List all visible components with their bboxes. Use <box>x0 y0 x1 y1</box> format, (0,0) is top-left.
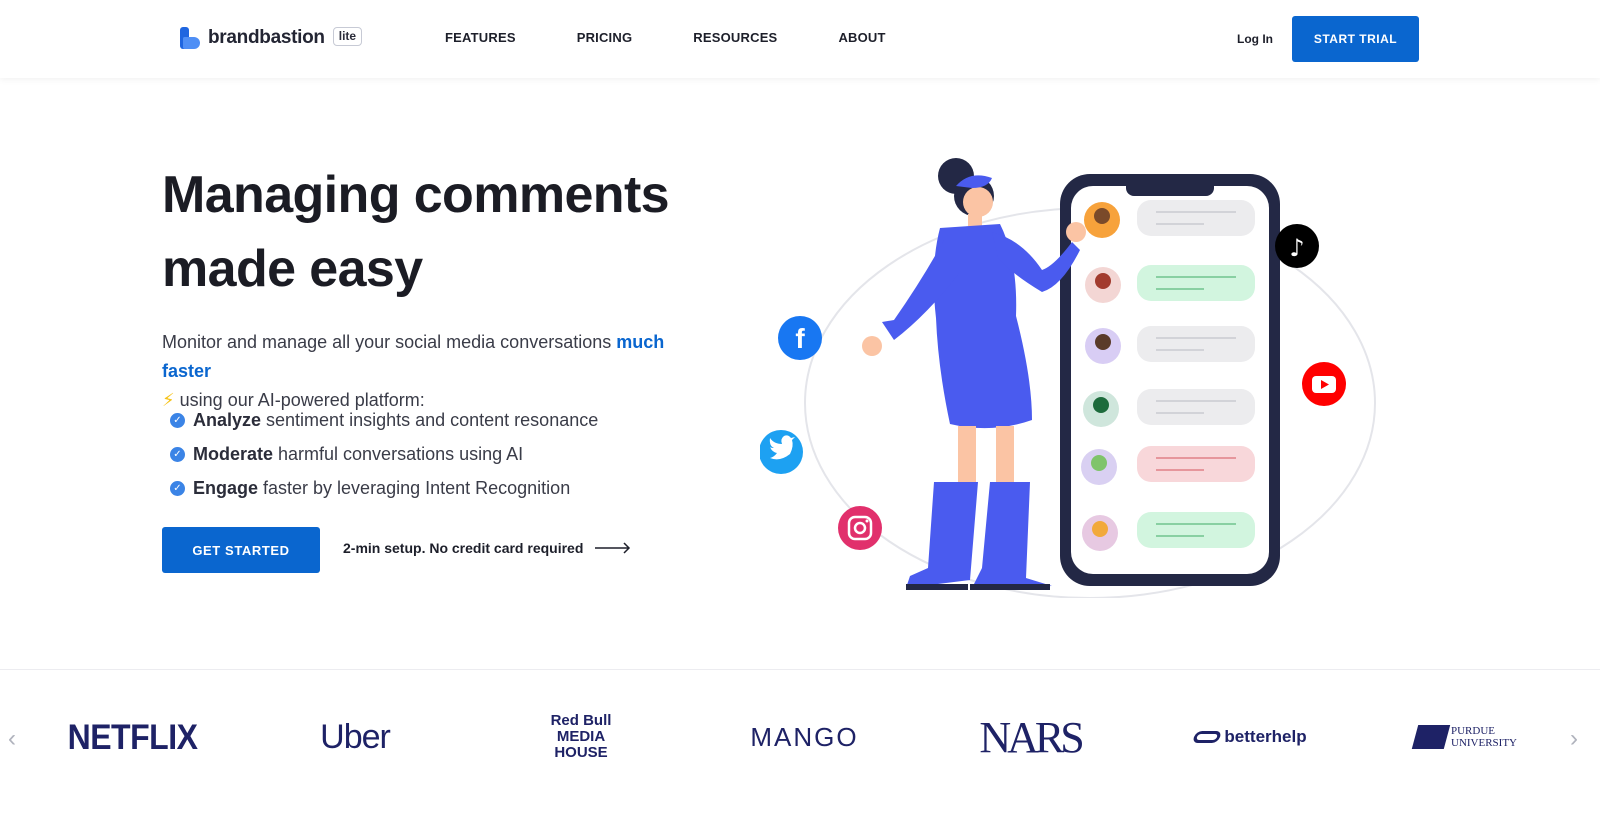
check-bold: Analyze <box>193 409 262 430</box>
comment-bubble <box>1137 200 1255 236</box>
logo-nars: NARS <box>979 712 1084 762</box>
comment-row <box>1085 265 1255 303</box>
login-link[interactable]: Log In <box>1237 32 1273 46</box>
instagram-icon <box>838 506 882 550</box>
comment-row <box>1085 326 1255 364</box>
logo-uber: Uber <box>320 717 391 756</box>
facebook-icon: f <box>778 316 822 360</box>
logo-betterhelp: betterhelp <box>1188 700 1313 774</box>
check-bold: Engage <box>193 477 259 498</box>
check-item-moderate: ✓ Moderate harmful conversations using A… <box>170 437 598 471</box>
youtube-icon <box>1302 362 1346 406</box>
comment-row <box>1084 200 1255 238</box>
woman-figure <box>862 158 1086 590</box>
comment-bubble <box>1137 446 1255 482</box>
svg-text:f: f <box>795 323 805 354</box>
check-item-analyze: ✓ Analyze sentiment insights and content… <box>170 403 598 437</box>
start-trial-button[interactable]: START TRIAL <box>1292 16 1419 62</box>
hero-title-line1: Managing comments <box>162 166 670 224</box>
logo-redbull-media-house: Red Bull MEDIA HOUSE <box>550 712 612 761</box>
check-item-engage: ✓ Engage faster by leveraging Intent Rec… <box>170 471 598 505</box>
comment-bubble <box>1137 389 1255 425</box>
logos-divider <box>0 669 1600 670</box>
logo-mango: MANGO <box>750 721 859 752</box>
logo-badge: lite <box>332 26 363 46</box>
hero-title-line2: made easy <box>162 240 423 298</box>
brand-logo[interactable]: brandbastion lite <box>180 26 363 49</box>
check-circle-icon: ✓ <box>170 480 185 496</box>
check-circle-icon: ✓ <box>170 446 185 462</box>
comment-row <box>1081 446 1255 485</box>
tiktok-icon: ♪ <box>1275 224 1319 268</box>
client-logos: NETFLIX Uber Red Bull MEDIA HOUSE MANGO … <box>0 700 1600 774</box>
nav-features[interactable]: FEATURES <box>445 30 516 45</box>
comment-row <box>1083 389 1255 427</box>
logo-mark-icon <box>180 27 200 49</box>
nav-pricing[interactable]: PRICING <box>577 30 633 45</box>
comment-bubble <box>1137 265 1255 301</box>
betterhelp-mark-icon <box>1192 731 1223 743</box>
svg-text:♪: ♪ <box>1289 234 1304 262</box>
logo-text: brandbastion <box>208 27 325 48</box>
arrow-right-icon <box>595 542 631 554</box>
comment-bubble <box>1137 326 1255 362</box>
setup-note-text: 2-min setup. No credit card required <box>343 540 584 556</box>
main-nav: FEATURES PRICING RESOURCES ABOUT <box>445 30 947 45</box>
check-text: harmful conversations using AI <box>278 443 524 464</box>
get-started-button[interactable]: GET STARTED <box>162 527 320 573</box>
logo-netflix: NETFLIX <box>67 716 198 757</box>
nav-about[interactable]: ABOUT <box>838 30 885 45</box>
comment-bubble <box>1137 512 1255 548</box>
check-circle-icon: ✓ <box>170 412 185 428</box>
twitter-icon <box>760 430 803 474</box>
desc-text-before: Monitor and manage all your social media… <box>162 332 612 352</box>
setup-note-link[interactable]: 2-min setup. No credit card required <box>343 540 631 556</box>
logo-purdue: PURDUE UNIVERSITY <box>1411 700 1533 774</box>
feature-checklist: ✓ Analyze sentiment insights and content… <box>170 403 598 505</box>
check-text: faster by leveraging Intent Recognition <box>263 477 571 498</box>
hero-title: Managing comments made easy <box>162 158 722 306</box>
site-header: brandbastion lite FEATURES PRICING RESOU… <box>0 0 1600 78</box>
comment-row <box>1082 512 1255 551</box>
hero-illustration: f ♪ <box>760 158 1376 598</box>
hero-description: Monitor and manage all your social media… <box>162 328 702 415</box>
nav-resources[interactable]: RESOURCES <box>693 30 777 45</box>
purdue-p-icon <box>1411 725 1451 749</box>
check-bold: Moderate <box>193 443 274 464</box>
check-text: sentiment insights and content resonance <box>266 409 599 430</box>
